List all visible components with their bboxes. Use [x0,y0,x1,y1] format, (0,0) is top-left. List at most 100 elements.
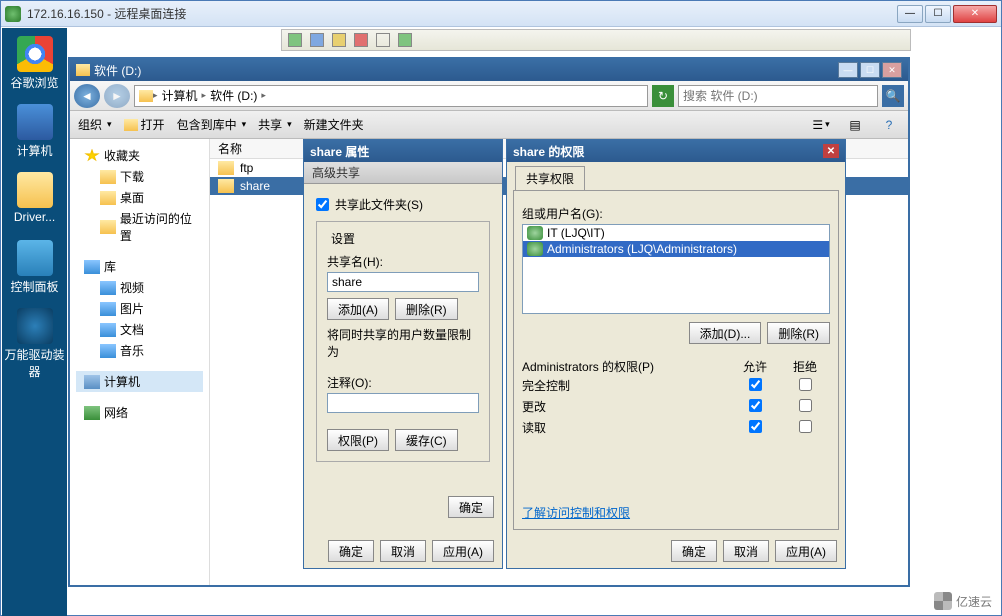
perm-label: 完全控制 [522,377,730,394]
limit-label: 将同时共享的用户数量限制为 [327,326,479,360]
user-row-admins[interactable]: Administrators (LJQ\Administrators) [523,241,829,257]
folder-icon [100,191,116,205]
breadcrumb-seg[interactable]: 计算机 [158,87,202,104]
perm-cancel-button[interactable]: 取消 [723,540,769,562]
learn-more-link[interactable]: 了解访问控制和权限 [522,504,630,521]
minimize-button[interactable]: — [897,5,923,23]
perm-add-button[interactable]: 添加(D)... [689,322,762,344]
props-cancel-button[interactable]: 取消 [380,540,426,562]
search-input[interactable] [678,85,878,107]
open-button[interactable]: 打开 [124,116,165,133]
help-button[interactable]: ? [878,115,900,135]
desktop-icon-driver[interactable]: Driver... [5,172,65,232]
add-button[interactable]: 添加(A) [327,298,389,320]
folder-icon [139,90,153,102]
forward-button[interactable]: ► [104,84,130,108]
sidebar-favorites[interactable]: 收藏夹 [76,145,203,166]
bg-icon [310,33,324,47]
sidebar-network[interactable]: 网络 [76,402,203,423]
allow-full-checkbox[interactable] [749,378,762,391]
address-bar[interactable]: ▸ 计算机 ▸ 软件 (D:) ▸ [134,85,648,107]
allow-read-checkbox[interactable] [749,420,762,433]
users-listbox[interactable]: IT (LJQ\IT) Administrators (LJQ\Administ… [522,224,830,314]
desktop-icon-chrome[interactable]: 谷歌浏览 [5,36,65,96]
props-apply-button[interactable]: 应用(A) [432,540,494,562]
folder-icon [76,64,90,76]
share-button[interactable]: 共享 [258,116,292,133]
group-icon [527,226,543,240]
comment-input[interactable] [327,393,479,413]
search-button[interactable]: 🔍 [882,85,904,107]
cache-button[interactable]: 缓存(C) [395,429,458,451]
folder-icon [124,119,138,131]
share-folder-checkbox[interactable] [316,198,329,211]
desktop-icon-driver-tool[interactable]: 万能驱动装器 [5,308,65,368]
organize-button[interactable]: 组织 [78,116,112,133]
explorer-titlebar[interactable]: 软件 (D:) — ☐ ✕ [70,59,908,81]
explorer-maximize-button[interactable]: ☐ [860,62,880,78]
perm-row-read: 读取 [522,417,830,438]
view-button[interactable]: ☰ [810,115,832,135]
new-folder-button[interactable]: 新建文件夹 [304,116,364,133]
perm-dialog-title[interactable]: share 的权限 ✕ [507,140,845,162]
deny-header: 拒绝 [780,358,830,375]
explorer-minimize-button[interactable]: — [838,62,858,78]
icon-label: Driver... [14,210,55,224]
deny-change-checkbox[interactable] [799,399,812,412]
tab-advanced-sharing[interactable]: 高级共享 [304,162,502,184]
rdp-icon [5,6,21,22]
include-library-button[interactable]: 包含到库中 [177,116,247,133]
bg-icon [354,33,368,47]
background-toolbar [281,29,911,51]
sidebar-item-pictures[interactable]: 图片 [76,298,203,319]
perm-close-button[interactable]: ✕ [823,144,839,158]
maximize-button[interactable]: ☐ [925,5,951,23]
perm-row-full: 完全控制 [522,375,830,396]
perm-row-change: 更改 [522,396,830,417]
star-icon [84,149,100,163]
explorer-close-button[interactable]: ✕ [882,62,902,78]
bg-icon [332,33,346,47]
perm-ok-button[interactable]: 确定 [671,540,717,562]
bg-icon [288,33,302,47]
sharename-input[interactable] [327,272,479,292]
sidebar-item-downloads[interactable]: 下载 [76,166,203,187]
allow-change-checkbox[interactable] [749,399,762,412]
share-permissions-dialog: share 的权限 ✕ 共享权限 组或用户名(G): IT (LJQ\IT) A… [506,139,846,569]
sidebar-item-recent[interactable]: 最近访问的位置 [76,208,203,246]
permissions-button[interactable]: 权限(P) [327,429,389,451]
desktop-icon-computer[interactable]: 计算机 [5,104,65,164]
deny-read-checkbox[interactable] [799,420,812,433]
user-row-it[interactable]: IT (LJQ\IT) [523,225,829,241]
allow-header: 允许 [730,358,780,375]
sidebar-item-desktop[interactable]: 桌面 [76,187,203,208]
sidebar-libraries[interactable]: 库 [76,256,203,277]
refresh-button[interactable]: ↻ [652,85,674,107]
preview-pane-button[interactable]: ▤ [844,115,866,135]
deny-full-checkbox[interactable] [799,378,812,391]
perm-label: 更改 [522,398,730,415]
sidebar-item-videos[interactable]: 视频 [76,277,203,298]
rdp-titlebar[interactable]: 172.16.16.150 - 远程桌面连接 — ☐ ✕ [1,1,1001,27]
folder-icon [100,220,116,234]
tab-share-permissions[interactable]: 共享权限 [515,166,585,190]
settings-group-label: 设置 [327,230,359,247]
remove-button[interactable]: 删除(R) [395,298,458,320]
perm-remove-button[interactable]: 删除(R) [767,322,830,344]
sidebar-computer[interactable]: 计算机 [76,371,203,392]
back-button[interactable]: ◄ [74,84,100,108]
close-button[interactable]: ✕ [953,5,997,23]
group-icon [527,242,543,256]
perm-title-text: share 的权限 [513,143,584,160]
breadcrumb-seg[interactable]: 软件 (D:) [206,87,261,104]
props-ok-button-inner[interactable]: 确定 [448,496,494,518]
props-ok-button[interactable]: 确定 [328,540,374,562]
sidebar-item-documents[interactable]: 文档 [76,319,203,340]
dialog-title[interactable]: share 属性 [304,140,502,162]
sidebar-item-music[interactable]: 音乐 [76,340,203,361]
desktop-icon-control-panel[interactable]: 控制面板 [5,240,65,300]
perm-apply-button[interactable]: 应用(A) [775,540,837,562]
document-icon [100,323,116,337]
group-users-label: 组或用户名(G): [522,205,830,222]
icon-label: 谷歌浏览 [10,76,58,90]
